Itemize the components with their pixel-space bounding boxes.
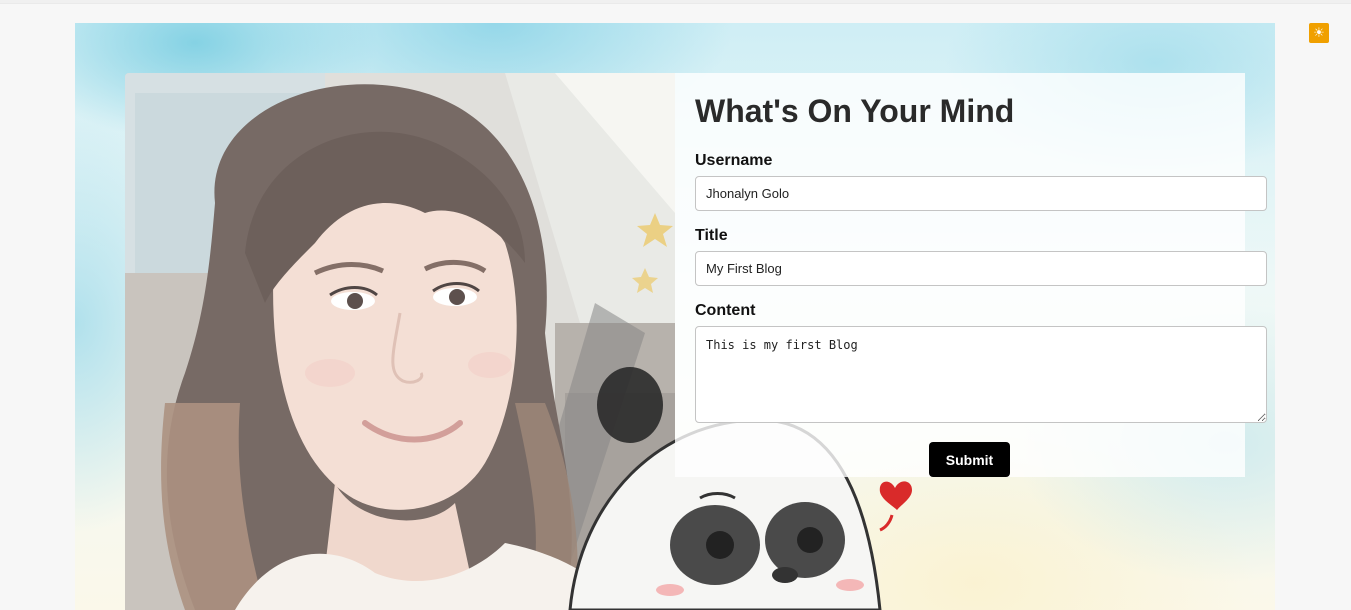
username-label: Username [695,152,773,169]
content-label: Content [695,302,756,319]
title-input[interactable] [695,251,1267,286]
sun-icon: ☀ [1313,25,1325,40]
username-input[interactable] [695,176,1267,211]
top-border [0,0,1351,4]
submit-button[interactable]: Submit [929,442,1010,477]
page-title: What's On Your Mind [695,93,1015,129]
blog-form-card: What's On Your Mind Username Title Conte… [675,73,1267,477]
theme-toggle-button[interactable]: ☀ [1309,23,1329,43]
title-label: Title [695,227,728,244]
content-textarea[interactable]: This is my first Blog [695,326,1267,423]
